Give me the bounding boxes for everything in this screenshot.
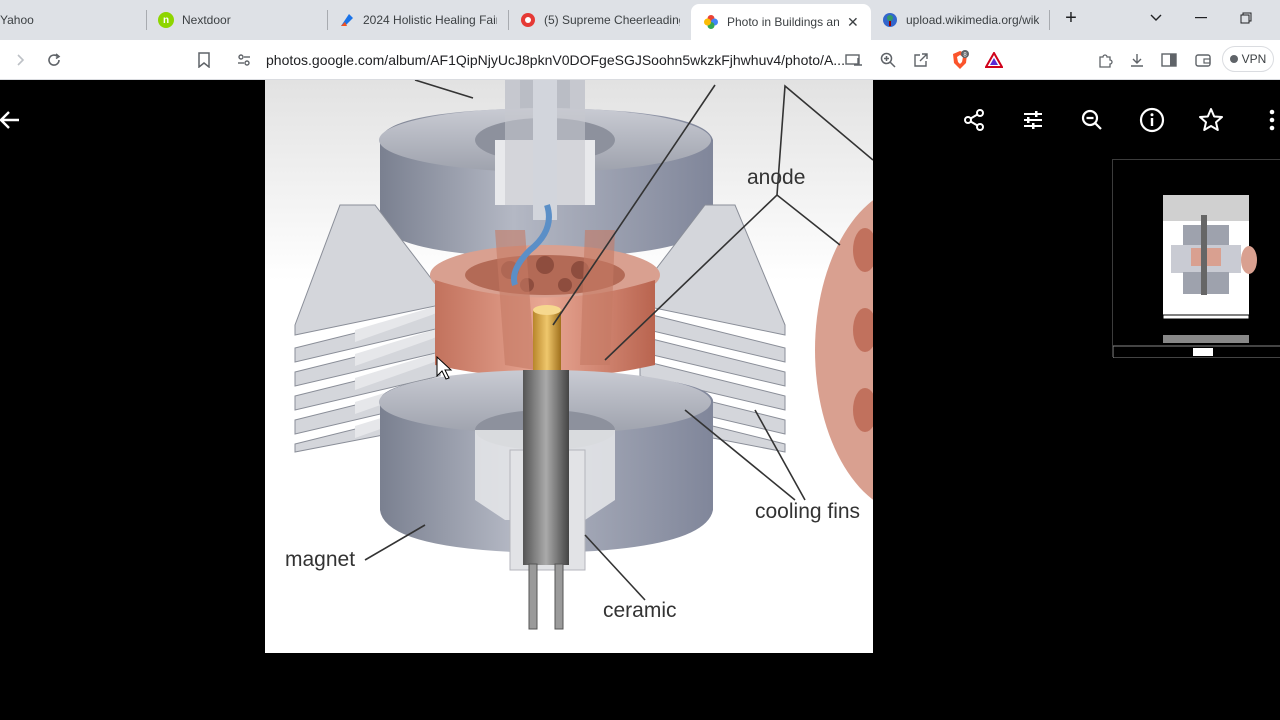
zoom-out-icon[interactable]	[1078, 106, 1106, 134]
tab-nextdoor[interactable]: n Nextdoor	[158, 4, 318, 36]
site-settings-icon[interactable]	[232, 48, 256, 72]
magnet-label: magnet	[285, 548, 355, 571]
more-vert-icon[interactable]	[1258, 106, 1280, 134]
tab-title: Photo in Buildings and	[727, 15, 839, 29]
nextdoor-icon: n	[158, 12, 174, 28]
extensions-icon[interactable]	[1093, 48, 1117, 72]
wikimedia-icon	[882, 12, 898, 28]
minimize-button[interactable]	[1181, 4, 1221, 32]
holistic-fair-icon	[339, 12, 355, 28]
tab-separator	[327, 10, 328, 30]
tab-separator	[1049, 10, 1050, 30]
share-icon[interactable]	[960, 106, 988, 134]
share-page-icon[interactable]	[909, 48, 933, 72]
tab-yahoo[interactable]: Yahoo	[0, 4, 140, 36]
tab-title: upload.wikimedia.org/wik	[906, 13, 1040, 27]
tab-title: Yahoo	[0, 13, 34, 27]
cooling-fins-label: cooling fins	[755, 500, 860, 523]
vpn-label: VPN	[1241, 52, 1267, 66]
tab-strip: Yahoo n Nextdoor 2024 Holistic Healing F…	[0, 0, 1280, 40]
bookmark-icon[interactable]	[192, 48, 216, 72]
tab-search-chevron-icon[interactable]	[1136, 4, 1176, 32]
info-icon[interactable]	[1138, 106, 1166, 134]
tab-cheerleading[interactable]: (5) Supreme Cheerleading	[520, 4, 680, 36]
edit-tune-icon[interactable]	[1019, 106, 1047, 134]
ceramic-label: ceramic	[603, 599, 677, 622]
thumbnail-preview[interactable]	[1112, 159, 1280, 359]
vpn-status-icon	[1229, 55, 1238, 63]
tab-google-photos[interactable]: Photo in Buildings and ✕	[691, 4, 871, 40]
install-app-icon[interactable]	[842, 48, 866, 72]
address-bar[interactable]: photos.google.com/album/AF1QipNjyUcJ8pkn…	[226, 46, 1010, 74]
browser-toolbar: photos.google.com/album/AF1QipNjyUcJ8pkn…	[0, 40, 1280, 80]
cheer-icon	[520, 12, 536, 28]
photo-image: anode cooling fins magnet ceramic	[265, 80, 873, 653]
brave-shields-icon[interactable]: 8	[948, 48, 972, 72]
tab-wikimedia[interactable]: upload.wikimedia.org/wik	[882, 4, 1042, 36]
tab-title: 2024 Holistic Healing Fair	[363, 13, 497, 27]
tab-title: (5) Supreme Cheerleading	[544, 13, 680, 27]
forward-icon[interactable]	[8, 48, 32, 72]
sidebar-icon[interactable]	[1157, 48, 1181, 72]
url-text: photos.google.com/album/AF1QipNjyUcJ8pkn…	[266, 52, 845, 68]
tab-separator	[508, 10, 509, 30]
wallet-icon[interactable]	[1191, 48, 1215, 72]
star-icon[interactable]	[1197, 106, 1225, 134]
zoom-icon[interactable]	[876, 48, 900, 72]
anode-label: anode	[747, 166, 805, 189]
close-tab-icon[interactable]: ✕	[847, 14, 859, 31]
downloads-icon[interactable]	[1125, 48, 1149, 72]
brave-rewards-icon[interactable]	[982, 48, 1006, 72]
tab-title: Nextdoor	[182, 13, 231, 27]
reload-icon[interactable]	[42, 48, 66, 72]
vpn-button[interactable]: VPN	[1222, 46, 1274, 72]
tab-holistic-fair[interactable]: 2024 Holistic Healing Fair	[339, 4, 497, 36]
back-arrow-icon[interactable]	[0, 106, 24, 134]
new-tab-button[interactable]: +	[1051, 4, 1091, 32]
tab-separator	[146, 10, 147, 30]
photo-viewer: anode cooling fins magnet ceramic	[0, 80, 1280, 720]
restore-button[interactable]	[1226, 4, 1266, 32]
google-photos-icon	[703, 14, 719, 30]
